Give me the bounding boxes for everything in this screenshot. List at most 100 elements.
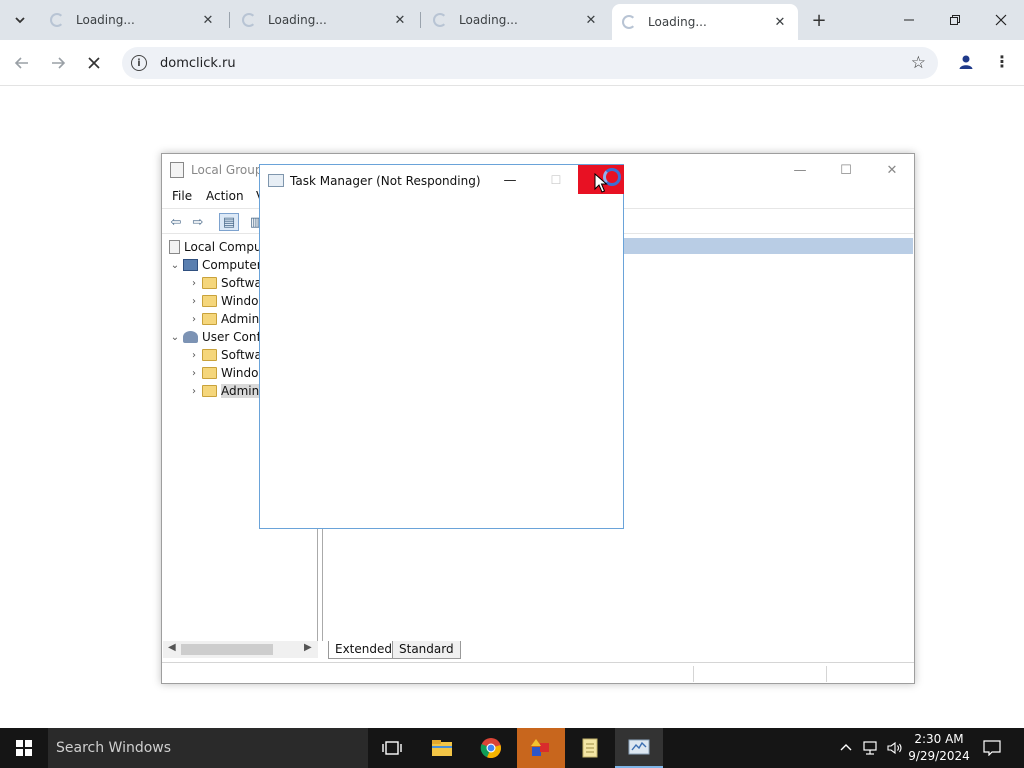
- notepad-button[interactable]: [566, 728, 614, 768]
- notification-icon: [983, 740, 1001, 756]
- app-button-shapes[interactable]: [517, 728, 565, 768]
- close-icon[interactable]: ✕: [772, 14, 788, 30]
- chevron-down-icon[interactable]: ⌄: [169, 332, 181, 343]
- back-button[interactable]: [9, 50, 35, 76]
- minimize-icon: [904, 19, 914, 21]
- minimize-button[interactable]: [889, 6, 929, 34]
- windows-taskbar: Search Windows 2:30 AM 9/29/2024: [0, 728, 1024, 768]
- browser-tab-3[interactable]: Loading... ✕: [423, 4, 609, 36]
- tab-title: Loading...: [268, 13, 327, 27]
- browser-toolbar: i domclick.ru ☆: [0, 40, 1024, 86]
- menu-file[interactable]: File: [172, 189, 192, 203]
- taskbar-clock[interactable]: 2:30 AM 9/29/2024: [908, 731, 970, 765]
- volume-button[interactable]: [884, 728, 906, 768]
- tm-maximize-button[interactable]: ☐: [536, 166, 576, 194]
- stop-loading-button[interactable]: [81, 50, 107, 76]
- browser-tab-4-active[interactable]: Loading... ✕: [612, 4, 798, 40]
- profile-button[interactable]: [954, 50, 978, 74]
- loading-spinner-icon: [622, 15, 636, 29]
- task-manager-taskbar-button[interactable]: [615, 728, 663, 768]
- tree-item-user-software-settings[interactable]: › Softwa: [188, 346, 262, 364]
- mouse-pointer-icon: [594, 173, 608, 193]
- close-window-button[interactable]: [981, 6, 1021, 34]
- folder-icon: [202, 277, 217, 289]
- tree-item-software-settings[interactable]: › Softwa: [188, 274, 262, 292]
- tree-item-user-windows-settings[interactable]: › Windo: [188, 364, 259, 382]
- notifications-button[interactable]: [978, 728, 1006, 768]
- url-text[interactable]: domclick.ru: [160, 56, 236, 71]
- tab-search-button[interactable]: [8, 8, 32, 32]
- tree-item-user-configuration[interactable]: ⌄ User Conf: [169, 328, 261, 346]
- gp-close-button[interactable]: ✕: [869, 157, 915, 183]
- arrow-left-icon: [14, 57, 28, 69]
- close-icon[interactable]: ✕: [583, 12, 599, 28]
- forward-button[interactable]: [45, 50, 71, 76]
- task-view-button[interactable]: [368, 728, 416, 768]
- search-placeholder: Search Windows: [56, 740, 172, 756]
- tm-minimize-button[interactable]: —: [490, 166, 530, 194]
- forward-arrow-icon[interactable]: ⇨: [188, 213, 208, 231]
- close-icon[interactable]: ✕: [392, 12, 408, 28]
- start-button[interactable]: [0, 728, 48, 768]
- task-view-icon: [382, 741, 402, 755]
- file-explorer-button[interactable]: [418, 728, 466, 768]
- browser-tab-2[interactable]: Loading... ✕: [232, 4, 418, 36]
- tree-item-local-computer-policy[interactable]: Local Compu: [167, 238, 262, 256]
- chevron-down-icon[interactable]: ⌄: [169, 260, 181, 271]
- restore-button[interactable]: [935, 6, 975, 34]
- close-icon[interactable]: ✕: [200, 12, 216, 28]
- back-arrow-icon[interactable]: ⇦: [166, 213, 186, 231]
- tree-item-computer-configuration[interactable]: ⌄ Computer: [169, 256, 262, 274]
- tm-window-title: Task Manager (Not Responding): [290, 174, 481, 188]
- network-button[interactable]: [860, 728, 882, 768]
- folder-icon: [202, 367, 217, 379]
- tm-titlebar[interactable]: Task Manager (Not Responding) — ☐: [260, 165, 624, 195]
- scroll-left-icon[interactable]: ◀: [168, 642, 176, 653]
- task-manager-window: Task Manager (Not Responding) — ☐: [259, 164, 624, 529]
- scroll-right-icon[interactable]: ▶: [304, 642, 312, 653]
- folder-icon: [202, 385, 217, 397]
- tab-title: Loading...: [459, 13, 518, 27]
- gp-maximize-button[interactable]: ☐: [823, 157, 869, 183]
- tree-item-label: Local Compu: [184, 240, 262, 254]
- loading-spinner-icon: [242, 13, 256, 27]
- show-tree-icon[interactable]: ▤: [219, 213, 239, 231]
- folder-icon: [202, 295, 217, 307]
- menu-action[interactable]: Action: [206, 189, 244, 203]
- address-bar[interactable]: i domclick.ru ☆: [122, 47, 938, 79]
- scrollbar-thumb[interactable]: [181, 644, 273, 655]
- taskbar-search-box[interactable]: Search Windows: [48, 728, 368, 768]
- status-divider: [826, 666, 827, 682]
- chrome-button[interactable]: [467, 728, 515, 768]
- tree-item-label: Windo: [221, 294, 259, 308]
- gp-statusbar: [162, 662, 914, 684]
- folder-icon: [202, 313, 217, 325]
- chrome-menu-button[interactable]: ⋮: [994, 51, 1010, 73]
- chevron-right-icon[interactable]: ›: [188, 350, 200, 361]
- loading-spinner-icon: [433, 13, 447, 27]
- gp-minimize-button[interactable]: —: [777, 157, 823, 183]
- folder-icon: [202, 349, 217, 361]
- task-manager-icon: [268, 174, 284, 187]
- chevron-right-icon[interactable]: ›: [188, 278, 200, 289]
- new-tab-button[interactable]: +: [808, 9, 830, 31]
- tree-item-windows-settings[interactable]: › Windo: [188, 292, 259, 310]
- document-icon: [169, 240, 180, 254]
- chevron-right-icon[interactable]: ›: [188, 296, 200, 307]
- tree-item-label: Windo: [221, 366, 259, 380]
- site-info-icon[interactable]: i: [131, 55, 147, 71]
- show-hidden-icons-button[interactable]: [836, 728, 856, 768]
- tree-item-label: Admin: [221, 312, 260, 326]
- folder-icon: [432, 740, 452, 756]
- tab-extended[interactable]: Extended: [328, 641, 399, 659]
- tree-item-user-administrative-templates[interactable]: › Admin: [188, 382, 260, 400]
- chevron-up-icon: [840, 744, 852, 751]
- chevron-right-icon[interactable]: ›: [188, 314, 200, 325]
- bookmark-star-icon[interactable]: ☆: [911, 53, 926, 73]
- browser-tab-1[interactable]: Loading... ✕: [40, 4, 226, 36]
- chevron-right-icon[interactable]: ›: [188, 368, 200, 379]
- chevron-right-icon[interactable]: ›: [188, 386, 200, 397]
- tab-standard[interactable]: Standard: [392, 641, 461, 659]
- tree-item-administrative-templates[interactable]: › Admin: [188, 310, 259, 328]
- tree-horizontal-scrollbar[interactable]: ◀ ▶: [163, 641, 318, 658]
